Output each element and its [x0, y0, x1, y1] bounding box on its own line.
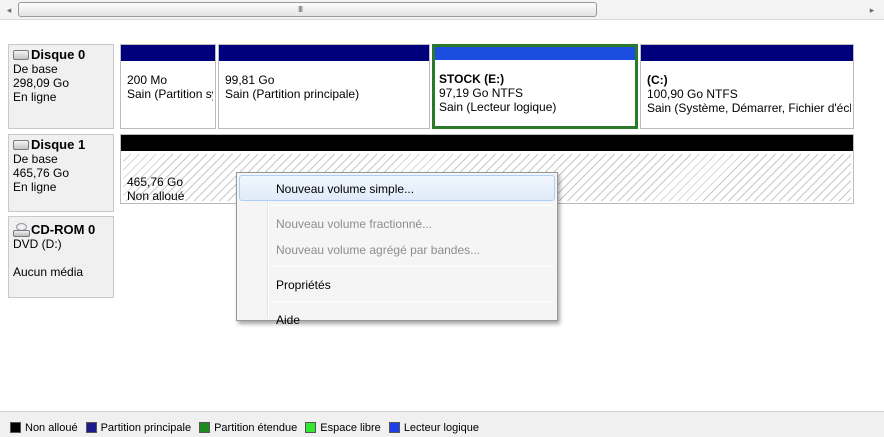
- partition-size: 200 Mo: [127, 73, 168, 87]
- menu-item-properties[interactable]: Propriétés: [239, 271, 555, 297]
- partition-size: 99,81 Go: [225, 73, 275, 87]
- legend-swatch: [199, 422, 211, 433]
- disk-status: En ligne: [13, 90, 57, 104]
- partition-size: 100,90 Go NTFS: [647, 87, 738, 101]
- cd-drive-icon: [13, 223, 30, 237]
- partition-color-bar: [121, 45, 215, 61]
- legend-swatch: [305, 422, 317, 433]
- disk-row-0: Disque 0 De base 298,09 Go En ligne 200 …: [8, 44, 878, 129]
- menu-item-new-striped-volume: Nouveau volume agrégé par bandes...: [276, 243, 481, 257]
- partition-primary[interactable]: 99,81 Go Sain (Partition principale): [218, 44, 430, 129]
- partition-status: Sain (Lecteur logique): [439, 100, 557, 114]
- menu-item-help[interactable]: Aide: [239, 306, 555, 332]
- menu-separator: [271, 301, 553, 302]
- partition-status: Sain (Partition principale): [225, 87, 360, 101]
- partition-color-bar: [219, 45, 429, 61]
- menu-item-new-simple-volume[interactable]: Nouveau volume simple...: [239, 175, 555, 201]
- menu-separator: [271, 205, 553, 206]
- partition-color-bar: [641, 45, 853, 61]
- disk-type: De base: [13, 62, 58, 76]
- cdrom-status: Aucun média: [13, 265, 84, 279]
- disk-size: 465,76 Go: [13, 166, 70, 180]
- partition-title: STOCK (E:): [439, 72, 505, 86]
- legend-swatch: [388, 422, 400, 433]
- hard-disk-icon: [13, 50, 29, 60]
- partition-title: (C:): [647, 73, 668, 87]
- disk-label-1[interactable]: Disque 1 De base 465,76 Go En ligne: [8, 134, 114, 212]
- scrollbar-thumb[interactable]: III: [18, 2, 597, 17]
- legend-item-free-space: Espace libre: [305, 422, 381, 434]
- partition-color-bar: [121, 135, 853, 151]
- partition-c[interactable]: (C:) 100,90 Go NTFS Sain (Système, Démar…: [640, 44, 854, 129]
- menu-item-new-spanned-volume: Nouveau volume fractionné...: [276, 217, 433, 231]
- partition-stock-e[interactable]: STOCK (E:) 97,19 Go NTFS Sain (Lecteur l…: [432, 44, 638, 129]
- menu-separator: [271, 266, 553, 267]
- partition-status: Sain (Partition système): [127, 87, 213, 101]
- partition-system-reserved[interactable]: 200 Mo Sain (Partition système): [120, 44, 216, 129]
- legend-item-extended: Partition étendue: [199, 422, 297, 434]
- disk-type: De base: [13, 152, 58, 166]
- disk-size: 298,09 Go: [13, 76, 70, 90]
- cdrom-name: CD-ROM 0: [31, 222, 96, 237]
- legend: Non alloué Partition principale Partitio…: [0, 411, 884, 437]
- disk-name: Disque 1: [31, 137, 86, 152]
- legend-swatch: [85, 422, 97, 433]
- disk-label-0[interactable]: Disque 0 De base 298,09 Go En ligne: [8, 44, 114, 129]
- partition-status: Sain (Système, Démarrer, Fichier d'échan…: [647, 101, 851, 115]
- partition-color-bar: [435, 47, 635, 60]
- legend-swatch: [10, 422, 21, 433]
- scroll-right-arrow-icon[interactable]: ▸: [866, 4, 878, 16]
- disk-0-partitions: 200 Mo Sain (Partition système) 99,81 Go…: [120, 44, 858, 129]
- legend-item-logical: Lecteur logique: [388, 422, 479, 434]
- legend-item-primary: Partition principale: [85, 422, 191, 434]
- scrollbar-grip-icon: III: [298, 5, 303, 14]
- scroll-left-arrow-icon[interactable]: ◂: [3, 4, 15, 16]
- legend-item-unallocated: Non alloué: [10, 422, 78, 434]
- hard-disk-icon: [13, 140, 29, 150]
- horizontal-scrollbar[interactable]: ◂ III ▸: [0, 0, 884, 20]
- disk-status: En ligne: [13, 180, 57, 194]
- partition-size: 97,19 Go NTFS: [439, 86, 524, 100]
- cdrom-drive: DVD (D:): [13, 237, 62, 251]
- disk-name: Disque 0: [31, 47, 86, 62]
- context-menu: Nouveau volume simple... Nouveau volume …: [236, 172, 558, 327]
- cdrom-label-0[interactable]: CD-ROM 0 DVD (D:) Aucun média: [8, 216, 114, 298]
